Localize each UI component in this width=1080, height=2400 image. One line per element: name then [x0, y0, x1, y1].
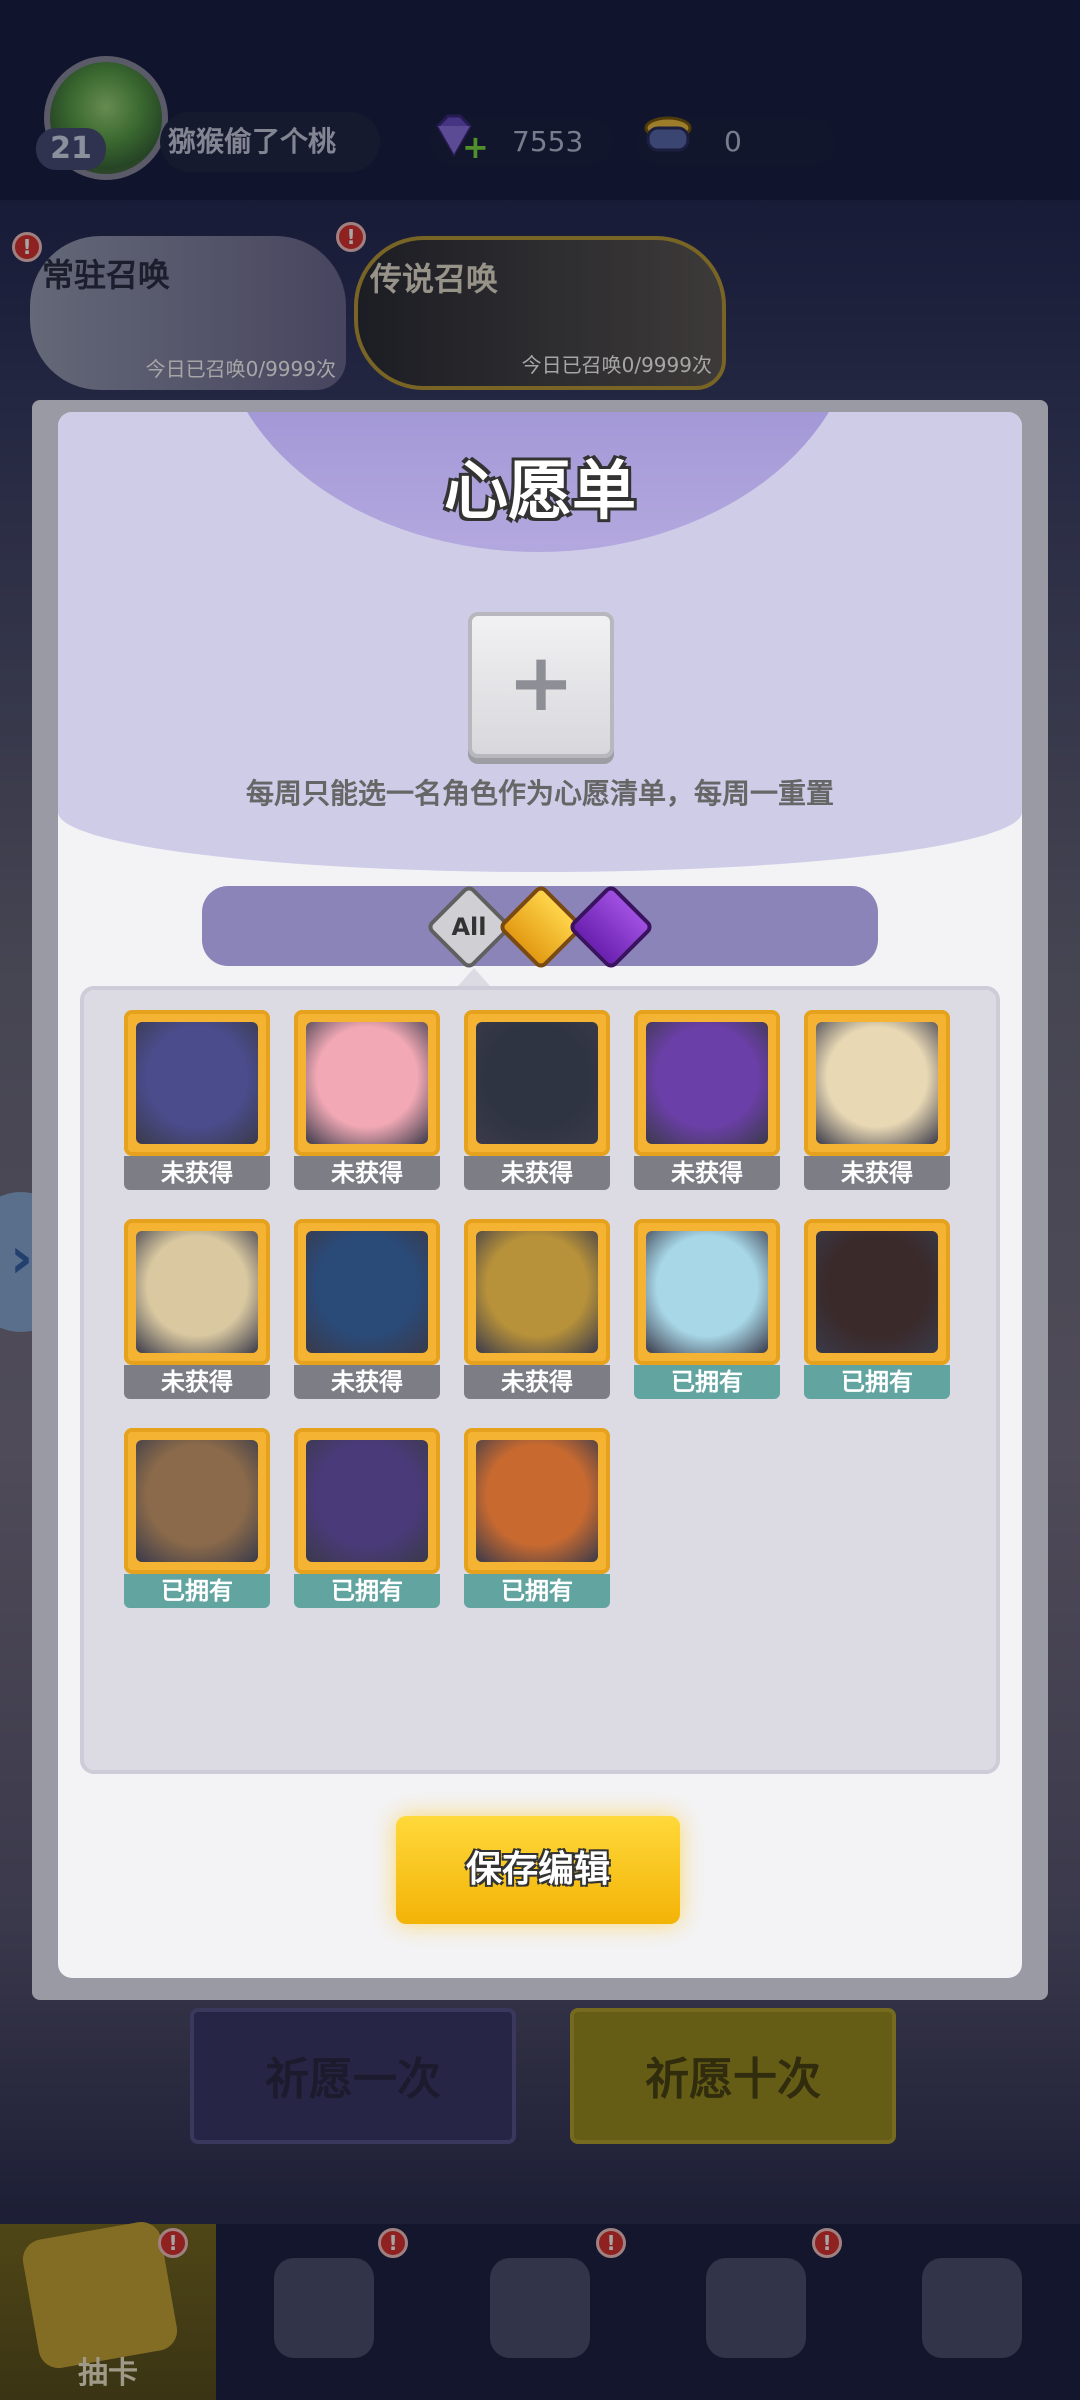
hero-image [306, 1022, 428, 1144]
hero-status: 未获得 [124, 1156, 270, 1190]
hero-portrait [804, 1010, 950, 1156]
hero-image [306, 1231, 428, 1353]
hero-portrait [804, 1219, 950, 1365]
add-wish-slot-button[interactable]: + [468, 612, 614, 758]
filter-all-label: All [451, 913, 487, 941]
hero-card[interactable]: 未获得 [294, 1010, 440, 1190]
hero-status: 已拥有 [634, 1365, 780, 1399]
hero-card[interactable]: 未获得 [124, 1219, 270, 1399]
hero-card[interactable]: 未获得 [464, 1219, 610, 1399]
hero-card[interactable]: 未获得 [124, 1010, 270, 1190]
hero-card[interactable]: 已拥有 [804, 1219, 950, 1399]
hero-status: 已拥有 [124, 1574, 270, 1608]
hero-image [816, 1022, 938, 1144]
hero-card[interactable]: 已拥有 [464, 1428, 610, 1608]
hero-portrait [294, 1219, 440, 1365]
hero-status: 未获得 [804, 1156, 950, 1190]
hero-status: 已拥有 [804, 1365, 950, 1399]
hero-card[interactable]: 已拥有 [124, 1428, 270, 1608]
hero-image [306, 1440, 428, 1562]
wishlist-description: 每周只能选一名角色作为心愿清单，每周一重置 [245, 777, 834, 810]
hero-portrait [124, 1010, 270, 1156]
save-edit-button[interactable]: 保存编辑 [396, 1816, 680, 1924]
wishlist-modal: 心愿单 + 每周只能选一名角色作为心愿清单，每周一重置 All 未获得 未获得 未获… [58, 412, 1022, 1978]
hero-status: 未获得 [294, 1365, 440, 1399]
hero-image [136, 1022, 258, 1144]
modal-title: 心愿单 [444, 455, 636, 529]
plus-icon: + [507, 636, 575, 729]
hero-card[interactable]: 已拥有 [294, 1428, 440, 1608]
hero-card[interactable]: 已拥有 [634, 1219, 780, 1399]
hero-card[interactable]: 未获得 [294, 1219, 440, 1399]
hero-portrait [464, 1219, 610, 1365]
hero-card[interactable]: 未获得 [464, 1010, 610, 1190]
hero-status: 已拥有 [464, 1574, 610, 1608]
hero-portrait [124, 1428, 270, 1574]
hero-card[interactable]: 未获得 [804, 1010, 950, 1190]
hero-portrait [464, 1428, 610, 1574]
hero-status: 未获得 [464, 1365, 610, 1399]
hero-image [476, 1231, 598, 1353]
hero-status: 已拥有 [294, 1574, 440, 1608]
hero-portrait [634, 1010, 780, 1156]
hero-image [136, 1440, 258, 1562]
hero-image [646, 1022, 768, 1144]
hero-portrait [634, 1219, 780, 1365]
hero-status: 未获得 [294, 1156, 440, 1190]
modal-header: 心愿单 + 每周只能选一名角色作为心愿清单，每周一重置 [58, 412, 1022, 872]
hero-card[interactable]: 未获得 [634, 1010, 780, 1190]
hero-portrait [124, 1219, 270, 1365]
hero-status: 未获得 [634, 1156, 780, 1190]
hero-image [136, 1231, 258, 1353]
hero-status: 未获得 [124, 1365, 270, 1399]
hero-portrait [294, 1010, 440, 1156]
hero-portrait [464, 1010, 610, 1156]
hero-grid: 未获得 未获得 未获得 未获得 未获得 未获得 未获得 未获得 已拥有 已拥有 已拥有 已拥有 已拥有 [80, 986, 1000, 1774]
hero-portrait [294, 1428, 440, 1574]
hero-image [476, 1022, 598, 1144]
hero-image [476, 1440, 598, 1562]
hero-image [646, 1231, 768, 1353]
hero-image [816, 1231, 938, 1353]
hero-status: 未获得 [464, 1156, 610, 1190]
filter-pointer [458, 968, 490, 986]
